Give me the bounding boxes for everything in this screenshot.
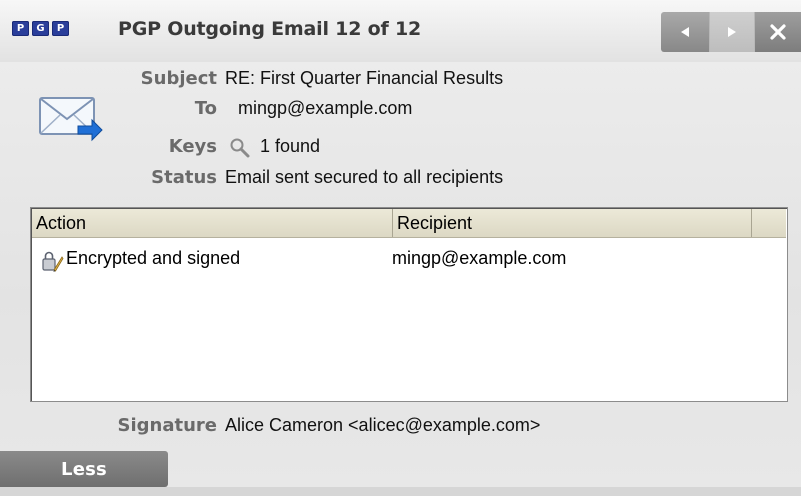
logo-letter-g: G xyxy=(32,21,49,36)
to-label: To xyxy=(194,98,217,119)
status-value: Email sent secured to all recipients xyxy=(225,167,504,187)
keys-value: 1 found xyxy=(260,136,321,156)
recipients-table: Action Recipient Encrypted and signed mi… xyxy=(30,207,788,402)
column-header-action[interactable]: Action xyxy=(32,209,393,237)
keys-label: Keys xyxy=(168,136,217,157)
logo-letter-p2: P xyxy=(52,21,69,36)
close-icon xyxy=(770,24,786,40)
status-label: Status xyxy=(151,167,217,188)
logo-letter-p1: P xyxy=(12,21,29,36)
subject-label: Subject xyxy=(140,68,217,89)
row-action: Encrypted and signed xyxy=(66,248,241,268)
envelope-send-icon xyxy=(38,88,104,149)
pgp-notification-window: P G P PGP Outgoing Email 12 of 12 Subjec… xyxy=(0,0,801,496)
row-recipient: mingp@example.com xyxy=(392,248,567,268)
next-button[interactable] xyxy=(709,12,754,52)
to-value: mingp@example.com xyxy=(238,98,413,118)
pgp-logo: P G P xyxy=(12,21,69,36)
nav-buttons xyxy=(661,12,801,52)
previous-button[interactable] xyxy=(661,12,709,52)
table-row[interactable]: Encrypted and signed mingp@example.com xyxy=(32,248,786,274)
subject-value: RE: First Quarter Financial Results xyxy=(225,68,504,88)
less-button[interactable]: Less xyxy=(0,451,168,487)
window-title: PGP Outgoing Email 12 of 12 xyxy=(118,18,421,40)
bottom-strip xyxy=(0,487,801,496)
table-header: Action Recipient xyxy=(32,209,786,238)
title-bar: P G P PGP Outgoing Email 12 of 12 xyxy=(0,0,801,62)
signature-label: Signature xyxy=(117,415,217,436)
signature-value: Alice Cameron <alicec@example.com> xyxy=(225,415,541,435)
left-arrow-icon xyxy=(681,27,689,37)
right-arrow-icon xyxy=(728,27,736,37)
lock-sign-icon xyxy=(40,249,64,278)
column-header-filler xyxy=(752,209,786,237)
column-header-recipient[interactable]: Recipient xyxy=(393,209,752,237)
magnifier-icon xyxy=(229,137,251,164)
close-button[interactable] xyxy=(754,12,801,52)
